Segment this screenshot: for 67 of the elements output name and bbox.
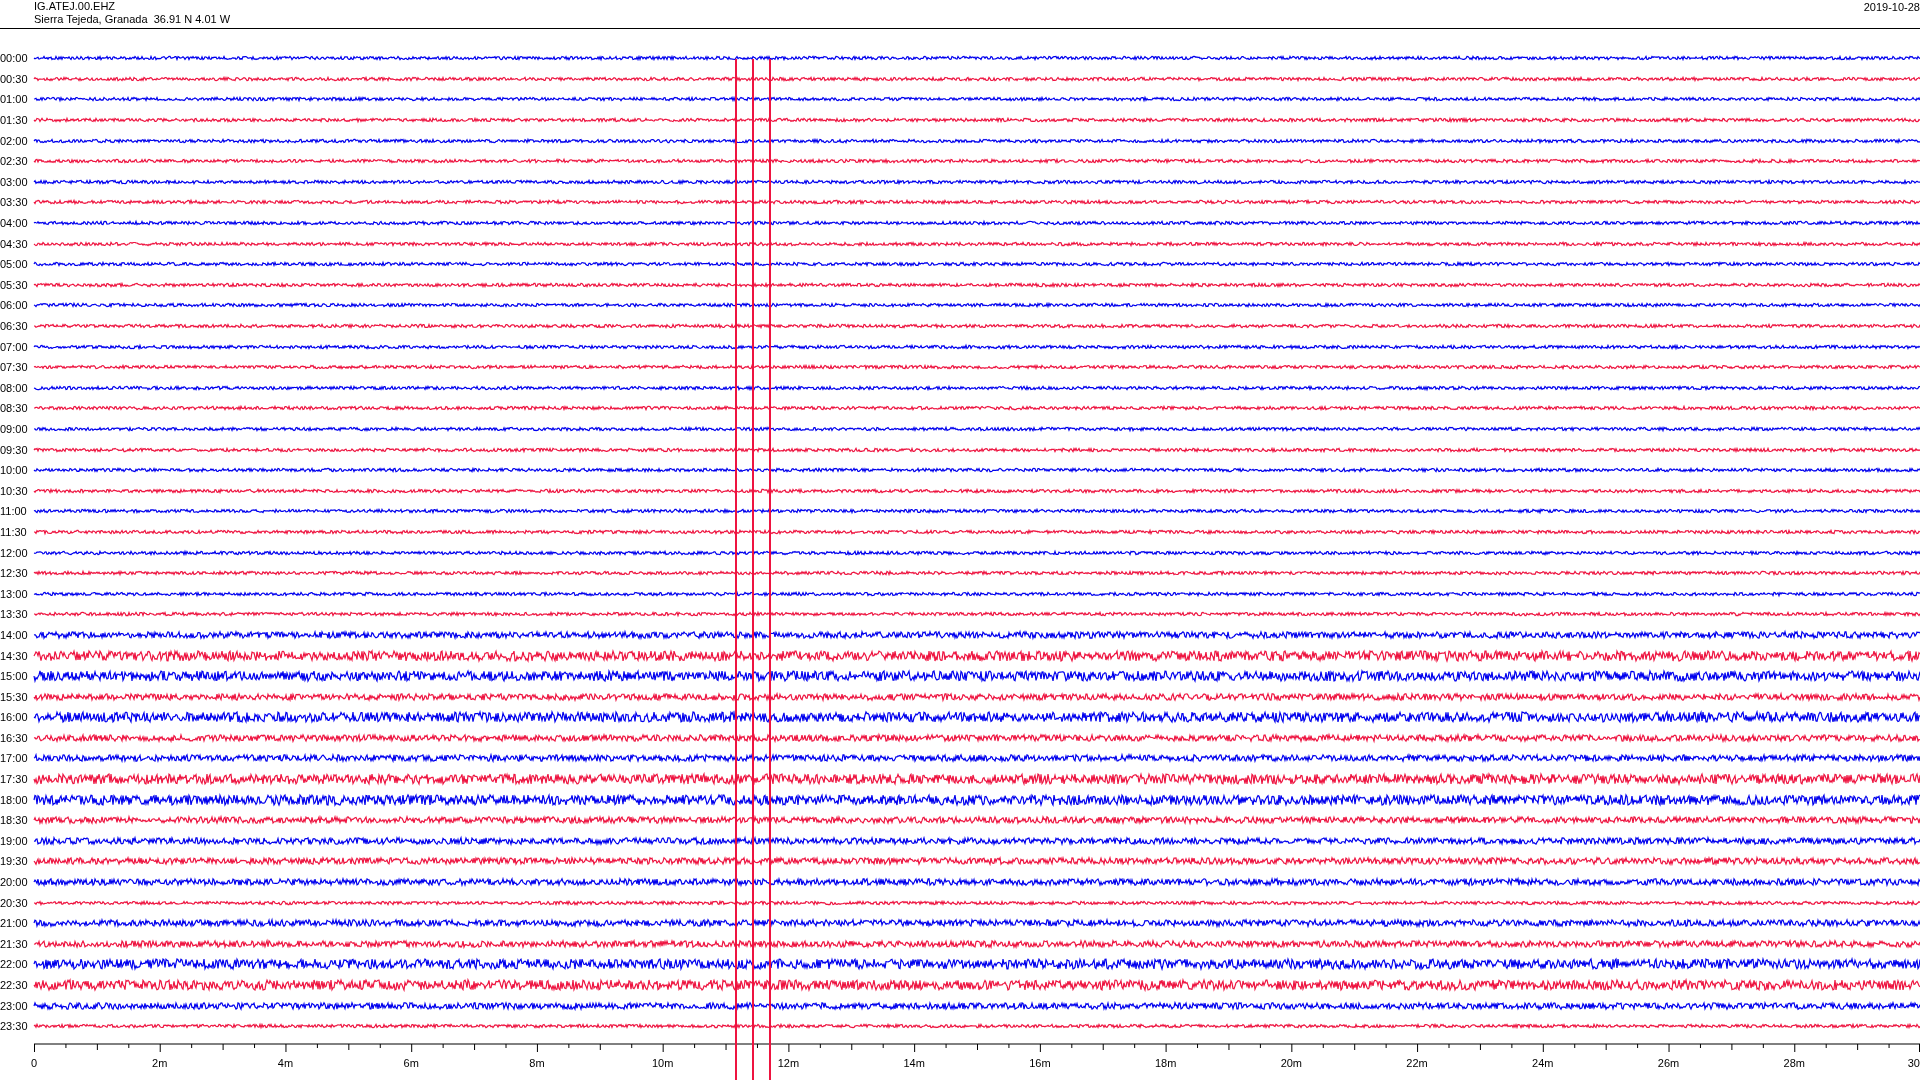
time-label: 14:30 bbox=[0, 649, 29, 662]
time-label: 00:00 bbox=[0, 52, 29, 65]
time-label: 21:00 bbox=[0, 917, 29, 930]
time-label: 23:00 bbox=[0, 999, 29, 1012]
time-label: 06:30 bbox=[0, 320, 29, 332]
tick-label: 18m bbox=[1154, 1056, 1177, 1069]
time-label: 03:30 bbox=[0, 196, 29, 209]
time-label: 13:30 bbox=[0, 608, 29, 621]
time-label: 16:00 bbox=[0, 711, 29, 724]
tick-label: 28m bbox=[1783, 1056, 1805, 1069]
time-label: 18:00 bbox=[0, 793, 29, 806]
plot-date: 2019-10-28 bbox=[1863, 0, 1920, 15]
tick-label: 4m bbox=[277, 1056, 294, 1069]
tick-label: 0 bbox=[30, 1056, 38, 1069]
time-label: 03:00 bbox=[0, 175, 29, 188]
station-code: IG.ATEJ.00.EHZ bbox=[34, 0, 117, 13]
time-label: 11:30 bbox=[0, 525, 28, 538]
time-label: 20:30 bbox=[0, 896, 29, 909]
time-label: 12:30 bbox=[0, 567, 29, 580]
time-label: 18:30 bbox=[0, 814, 29, 827]
time-label: 00:30 bbox=[0, 72, 29, 85]
time-label: 09:00 bbox=[0, 423, 29, 435]
time-label: 01:30 bbox=[0, 114, 29, 127]
tick-label: 30 bbox=[1907, 1056, 1920, 1069]
time-label: 15:30 bbox=[0, 690, 29, 703]
time-label: 06:00 bbox=[0, 299, 29, 312]
time-label: 23:30 bbox=[0, 1020, 29, 1033]
time-label: 04:00 bbox=[0, 217, 29, 230]
tick-label: 8m bbox=[529, 1056, 545, 1069]
time-label: 11:00 bbox=[0, 505, 28, 518]
time-label: 16:30 bbox=[0, 731, 29, 744]
time-label: 05:00 bbox=[0, 258, 29, 271]
time-label: 14:00 bbox=[0, 628, 29, 641]
tick-label: 10m bbox=[651, 1056, 674, 1069]
time-label: 07:30 bbox=[0, 361, 29, 374]
time-label: 22:00 bbox=[0, 958, 29, 971]
tick-label: 20m bbox=[1280, 1056, 1303, 1069]
time-label: 01:00 bbox=[0, 93, 29, 106]
tick-label: 2m bbox=[152, 1056, 168, 1069]
tick-label: 14m bbox=[903, 1056, 925, 1069]
time-label: 20:00 bbox=[0, 876, 29, 889]
time-label: 07:00 bbox=[0, 340, 29, 353]
time-label: 08:00 bbox=[0, 381, 29, 394]
time-label: 21:30 bbox=[0, 937, 29, 950]
time-label: 17:30 bbox=[0, 773, 29, 786]
time-label: 19:30 bbox=[0, 855, 29, 868]
tick-label: 26m bbox=[1657, 1056, 1680, 1069]
tick-label: 24m bbox=[1532, 1056, 1554, 1069]
time-label: 02:30 bbox=[0, 155, 29, 168]
time-label: 12:00 bbox=[0, 546, 29, 559]
time-label: 22:30 bbox=[0, 979, 29, 991]
time-label: 15:00 bbox=[0, 670, 29, 683]
time-label: 02:00 bbox=[0, 134, 29, 147]
time-label: 10:00 bbox=[0, 464, 29, 477]
station-location: Sierra Tejeda, Granada 36.91 N 4.01 W bbox=[34, 13, 231, 26]
time-label: 13:00 bbox=[0, 587, 29, 600]
time-label: 08:30 bbox=[0, 402, 29, 415]
time-label: 05:30 bbox=[0, 278, 29, 291]
time-label: 09:30 bbox=[0, 443, 29, 456]
time-label: 04:30 bbox=[0, 237, 29, 250]
time-label: 10:30 bbox=[0, 484, 29, 497]
tick-label: 22m bbox=[1406, 1056, 1428, 1069]
time-label: 17:00 bbox=[0, 752, 29, 765]
tick-label: 12m bbox=[777, 1056, 800, 1069]
tick-label: 6m bbox=[403, 1056, 419, 1069]
tick-label: 16m bbox=[1029, 1056, 1051, 1069]
time-label: 19:00 bbox=[0, 834, 29, 847]
